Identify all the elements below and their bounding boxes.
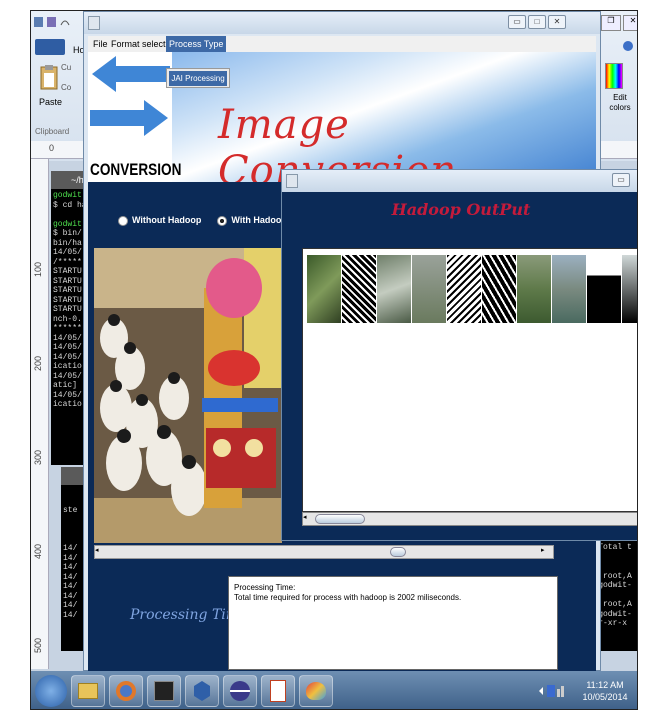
copy-label[interactable]: Co (61, 83, 71, 92)
window-titlebar: ▭ □ ✕ (84, 12, 600, 34)
taskbar-firefox-icon[interactable] (109, 675, 143, 707)
ruler-mark: 100 (33, 261, 43, 277)
start-button-icon[interactable] (35, 675, 67, 707)
taskbar-eclipse-icon[interactable] (223, 675, 257, 707)
maximize-icon[interactable]: □ (528, 15, 546, 29)
scroll-left-icon[interactable]: ◂ (303, 513, 313, 525)
taskbar-java-icon[interactable] (261, 675, 295, 707)
horizontal-scrollbar[interactable]: ◂ ▸ (94, 545, 554, 559)
menu-process-type[interactable]: Process Type (166, 36, 227, 52)
scroll-left-icon[interactable]: ◂ (95, 546, 105, 558)
processing-result-text: Total time required for process with had… (234, 593, 462, 602)
processing-heading: Processing Time: (234, 583, 296, 592)
paste-label: Paste (39, 97, 63, 107)
processing-output-box: Processing Time: Total time required for… (228, 576, 558, 670)
output-thumbnail (377, 255, 411, 323)
radio-label: With Hadoop (231, 215, 287, 225)
restore-icon[interactable]: ❐ (601, 15, 621, 31)
close-icon[interactable]: ✕ (623, 15, 637, 31)
mode-radio-group: Without Hadoop With Hadoop (118, 215, 287, 226)
paste-icon[interactable] (39, 63, 61, 93)
radio-with-hadoop[interactable]: With Hadoop (217, 215, 287, 226)
ruler-mark: 500 (33, 637, 43, 653)
output-thumbnail (552, 255, 586, 323)
screenshot-frame: Ho Paste Cu Co Clipboard ▭ ❐ ✕ Edit colo… (30, 10, 638, 710)
system-clock[interactable]: 11:12 AM 10/05/2014 (577, 679, 633, 703)
edit-colors-label: Edit colors (609, 93, 631, 112)
hadoop-output-title: Hadoop OutPut (391, 200, 531, 219)
monks-temple-photo (94, 248, 282, 543)
ruler-vertical: 100 200 300 400 500 (31, 159, 49, 669)
output-thumbnail (307, 255, 341, 323)
java-app-icon (286, 174, 298, 188)
taskbar-paint-icon[interactable] (299, 675, 333, 707)
clipboard-group-label: Clipboard (35, 127, 70, 136)
output-thumbnails (307, 255, 637, 323)
ruler-mark: 400 (33, 543, 43, 559)
output-thumbnail (447, 255, 481, 323)
ruler-mark: 200 (33, 355, 43, 371)
ruler-mark: 300 (33, 449, 43, 465)
output-thumbnail (517, 255, 551, 323)
taskbar-virtualbox-icon[interactable] (185, 675, 219, 707)
output-thumbnail (482, 255, 516, 323)
taskbar-terminal-icon[interactable] (147, 675, 181, 707)
help-icon[interactable] (623, 41, 633, 51)
output-horizontal-scrollbar[interactable]: ◂ (302, 512, 637, 526)
radio-selected-icon (217, 215, 228, 226)
radio-without-hadoop[interactable]: Without Hadoop (118, 215, 201, 226)
conversion-label: CONVERSION (90, 160, 182, 179)
menu-bar: File Format selection Process Type (88, 36, 596, 52)
java-app-icon (88, 16, 100, 30)
output-thumbnail (412, 255, 446, 323)
banner-arrows-panel: CONVERSION (88, 52, 181, 182)
cut-label[interactable]: Cu (61, 63, 71, 72)
paint-menu-button[interactable] (35, 39, 65, 55)
output-thumbnail (342, 255, 376, 323)
taskbar-explorer-icon[interactable] (71, 675, 105, 707)
output-images-panel (302, 248, 637, 512)
output-thumbnail (587, 255, 621, 323)
scrollbar-thumb[interactable] (390, 547, 406, 557)
menu-item-jai-processing[interactable]: JAI Processing (169, 71, 227, 86)
radio-label: Without Hadoop (132, 215, 202, 225)
banner: CONVERSION Image Conversion (88, 52, 596, 182)
minimize-icon[interactable]: ▭ (612, 173, 630, 187)
process-type-dropdown: JAI Processing (166, 68, 230, 88)
quick-access-toolbar[interactable] (33, 15, 73, 37)
clock-time: 11:12 AM (586, 680, 624, 690)
edit-colors-icon[interactable] (605, 63, 623, 89)
close-icon[interactable]: ✕ (548, 15, 566, 29)
input-photo (94, 248, 282, 543)
scroll-right-icon[interactable]: ▸ (541, 546, 551, 558)
hadoop-output-window[interactable]: ▭ Hadoop OutPut ◂ (281, 169, 637, 541)
output-thumbnail (622, 255, 637, 323)
arrows-icon (90, 56, 170, 136)
minimize-icon[interactable]: ▭ (508, 15, 526, 29)
window-titlebar: ▭ (282, 170, 637, 192)
system-tray-icons[interactable] (537, 683, 567, 699)
quick-access-icons (34, 17, 70, 27)
scrollbar-thumb[interactable] (315, 514, 365, 524)
ruler-mark: 0 (49, 143, 55, 153)
taskbar: 11:12 AM 10/05/2014 (31, 671, 637, 709)
clock-date: 10/05/2014 (582, 692, 628, 702)
radio-icon (118, 215, 128, 226)
